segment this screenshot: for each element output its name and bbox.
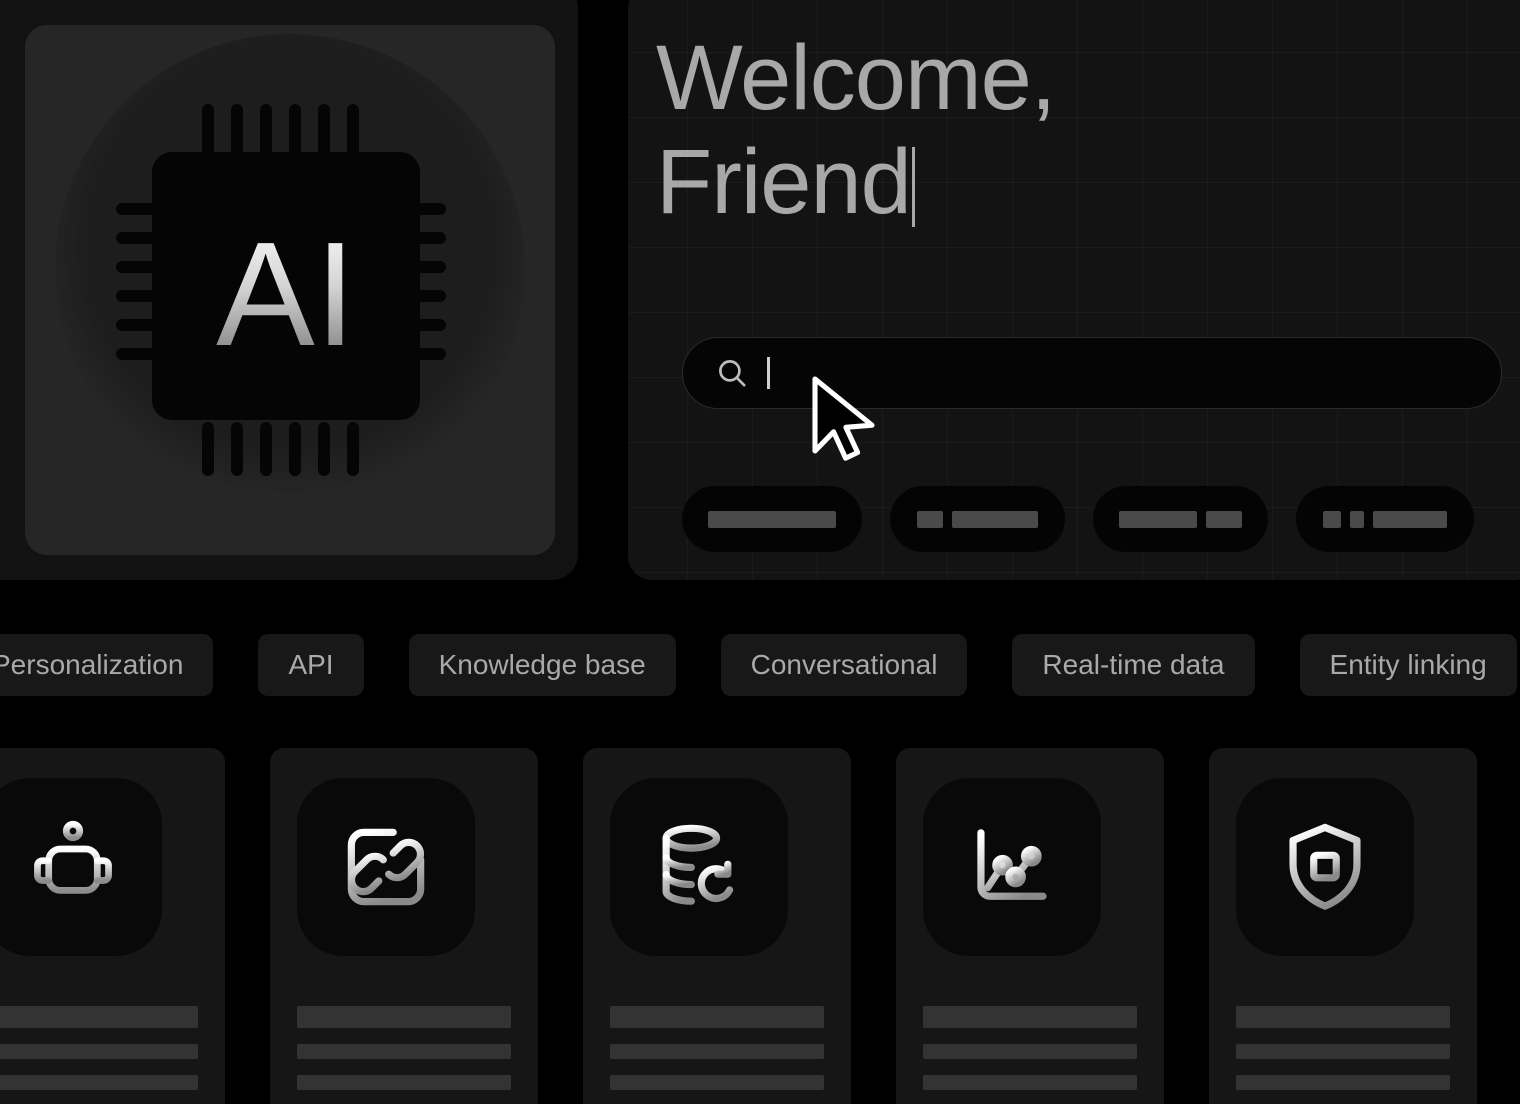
line-chart-icon [923, 778, 1101, 956]
tag-personalization[interactable]: Personalization [0, 634, 214, 696]
app-root: AI Welcome, Friend Personalization API K… [0, 0, 1520, 1104]
ai-logo-text: AI [216, 212, 356, 377]
skeleton-bar [0, 1075, 198, 1090]
search-text-caret [767, 357, 770, 389]
hero-panel-inner: AI [25, 25, 555, 555]
skeleton-bar [0, 1044, 198, 1059]
skeleton-bar [1119, 510, 1197, 528]
skeleton-bar [1236, 1075, 1450, 1090]
skeleton-bar [297, 1006, 511, 1028]
typing-caret [911, 147, 915, 227]
tag-entity-linking[interactable]: Entity linking [1299, 634, 1517, 696]
feature-card[interactable] [1209, 748, 1477, 1104]
feature-card[interactable] [896, 748, 1164, 1104]
link-square-icon [297, 778, 475, 956]
hero-panel: AI [0, 0, 578, 580]
skeleton-bar [297, 1044, 511, 1059]
skeleton-bar [1323, 510, 1341, 528]
tag-knowledge-base[interactable]: Knowledge base [408, 634, 676, 696]
card-skeleton-lines [1236, 1006, 1450, 1090]
tag-row[interactable]: Personalization API Knowledge base Conve… [0, 633, 1520, 697]
shield-chip-icon [1236, 778, 1414, 956]
skeleton-bar [297, 1075, 511, 1090]
suggestion-pill[interactable] [1296, 486, 1474, 552]
skeleton-bar [1236, 1006, 1450, 1028]
feature-card[interactable] [583, 748, 851, 1104]
skeleton-bar [0, 1006, 198, 1028]
suggestion-pill[interactable] [1093, 486, 1268, 552]
tag-api[interactable]: API [258, 634, 364, 696]
search-input[interactable] [682, 337, 1502, 409]
card-skeleton-lines [0, 1006, 198, 1090]
card-skeleton-lines [923, 1006, 1137, 1090]
page-title: Welcome, Friend [656, 26, 1056, 234]
skeleton-bar [1205, 510, 1242, 528]
suggestion-pill[interactable] [682, 486, 862, 552]
skeleton-bar [923, 1075, 1137, 1090]
card-row[interactable] [0, 748, 1520, 1104]
welcome-content: Welcome, Friend [656, 0, 1518, 564]
welcome-panel: Welcome, Friend [628, 0, 1520, 580]
database-sync-icon [610, 778, 788, 956]
skeleton-bar [1236, 1044, 1450, 1059]
welcome-greeting-text: Welcome, Friend [656, 27, 1056, 233]
skeleton-bar [610, 1075, 824, 1090]
suggestion-pill-row [682, 486, 1474, 552]
skeleton-bar [1350, 510, 1364, 528]
skeleton-bar [610, 1044, 824, 1059]
suggestion-pill[interactable] [890, 486, 1065, 552]
card-skeleton-lines [610, 1006, 824, 1090]
ai-chip-icon: AI [90, 90, 490, 490]
skeleton-bar [923, 1044, 1137, 1059]
tag-real-time-data[interactable]: Real-time data [1012, 634, 1255, 696]
card-skeleton-lines [297, 1006, 511, 1090]
top-row: AI Welcome, Friend [0, 0, 1520, 580]
feature-card[interactable] [0, 748, 225, 1104]
skeleton-bar [917, 510, 943, 528]
skeleton-bar [610, 1006, 824, 1028]
skeleton-bar [923, 1006, 1137, 1028]
skeleton-bar [708, 510, 836, 528]
skeleton-bar [952, 510, 1038, 528]
search-icon [715, 356, 749, 390]
robot-icon [0, 778, 162, 956]
tag-conversational[interactable]: Conversational [720, 634, 968, 696]
skeleton-bar [1373, 510, 1447, 528]
feature-card[interactable] [270, 748, 538, 1104]
